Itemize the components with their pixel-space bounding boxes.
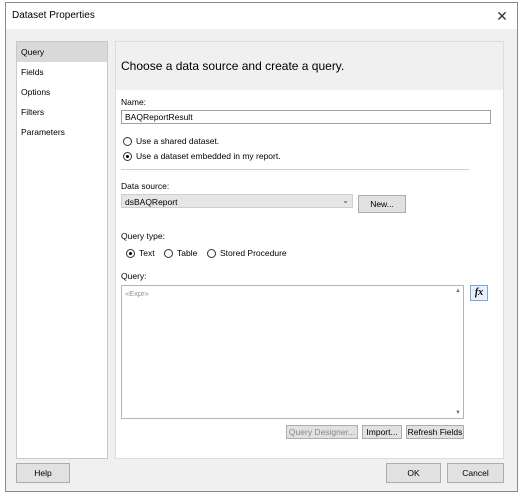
query-panel: Choose a data source and create a query.… xyxy=(115,41,504,459)
new-datasource-button[interactable]: New... xyxy=(358,195,406,213)
query-label: Query: xyxy=(121,271,147,281)
radio-label: Text xyxy=(139,248,155,258)
nav-item-fields[interactable]: Fields xyxy=(17,62,107,82)
radio-query-table[interactable]: Table xyxy=(164,248,197,258)
datasource-value: dsBAQReport xyxy=(125,197,178,207)
datasource-label: Data source: xyxy=(121,181,170,191)
nav-item-filters[interactable]: Filters xyxy=(17,102,107,122)
panel-heading: Choose a data source and create a query. xyxy=(121,59,345,73)
title-bar: Dataset Properties ✕ xyxy=(6,3,517,29)
radio-button[interactable] xyxy=(164,248,173,258)
expression-fx-icon[interactable]: fx xyxy=(470,285,488,301)
radio-label: Use a dataset embedded in my report. xyxy=(136,151,281,161)
radio-button[interactable] xyxy=(123,151,132,161)
dataset-properties-dialog: Dataset Properties ✕ Query Fields Option… xyxy=(5,2,518,492)
ok-button[interactable]: OK xyxy=(386,463,441,483)
sidebar-nav: Query Fields Options Filters Parameters xyxy=(16,41,108,459)
radio-query-text[interactable]: Text xyxy=(126,248,155,258)
close-icon[interactable]: ✕ xyxy=(491,5,513,27)
query-textarea[interactable]: «Expr» ▲ ▼ xyxy=(121,285,464,419)
radio-embedded-dataset[interactable]: Use a dataset embedded in my report. xyxy=(123,151,281,161)
cancel-button[interactable]: Cancel xyxy=(447,463,504,483)
divider xyxy=(121,169,469,170)
radio-shared-dataset[interactable]: Use a shared dataset. xyxy=(123,136,219,146)
help-button[interactable]: Help xyxy=(16,463,70,483)
scroll-up-icon[interactable]: ▲ xyxy=(455,288,461,294)
radio-label: Table xyxy=(177,248,198,258)
radio-label: Use a shared dataset. xyxy=(136,136,220,146)
query-type-label: Query type: xyxy=(121,231,165,241)
query-placeholder: «Expr» xyxy=(125,289,149,298)
radio-label: Stored Procedure xyxy=(220,248,287,258)
query-designer-button[interactable]: Query Designer... xyxy=(286,425,358,439)
scroll-down-icon[interactable]: ▼ xyxy=(455,410,461,416)
nav-item-parameters[interactable]: Parameters xyxy=(17,122,107,142)
radio-button[interactable] xyxy=(123,136,132,146)
datasource-dropdown[interactable]: dsBAQReport ⌄ xyxy=(121,194,353,208)
dialog-title: Dataset Properties xyxy=(12,10,95,21)
refresh-fields-button[interactable]: Refresh Fields xyxy=(406,425,464,439)
panel-header: Choose a data source and create a query. xyxy=(116,42,503,90)
radio-button[interactable] xyxy=(126,248,135,258)
import-button[interactable]: Import... xyxy=(362,425,402,439)
nav-item-options[interactable]: Options xyxy=(17,82,107,102)
nav-item-query[interactable]: Query xyxy=(17,42,107,62)
radio-query-stored-procedure[interactable]: Stored Procedure xyxy=(207,248,287,258)
name-field[interactable] xyxy=(121,110,491,124)
chevron-down-icon: ⌄ xyxy=(342,196,349,205)
radio-button[interactable] xyxy=(207,248,216,258)
name-label: Name: xyxy=(121,97,147,107)
